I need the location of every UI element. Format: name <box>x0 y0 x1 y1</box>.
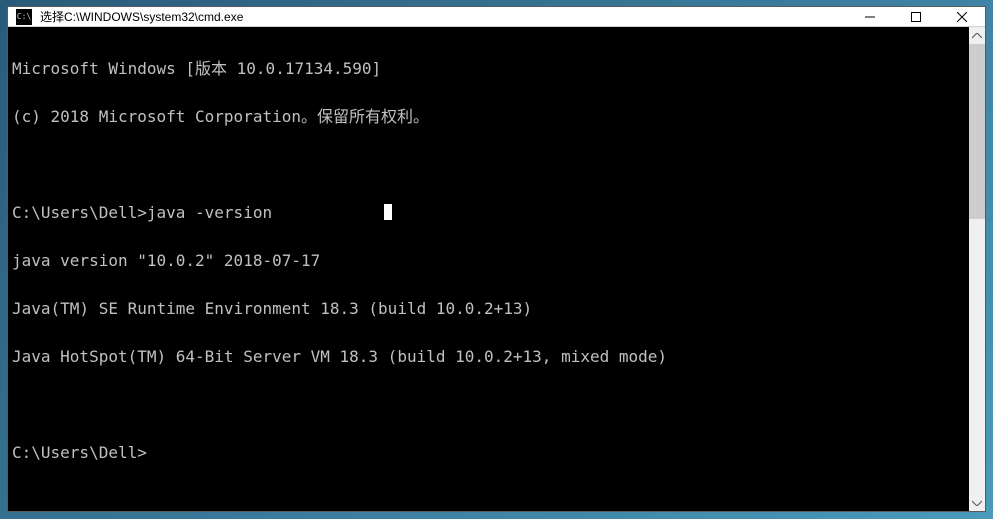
console-area: Microsoft Windows [版本 10.0.17134.590] (c… <box>8 27 985 511</box>
output-line: (c) 2018 Microsoft Corporation。保留所有权利。 <box>12 109 965 125</box>
chevron-up-icon <box>972 33 982 39</box>
maximize-icon <box>911 12 921 22</box>
output-line: java version "10.0.2" 2018-07-17 <box>12 253 965 269</box>
output-line <box>12 397 965 413</box>
scroll-track[interactable] <box>969 44 985 494</box>
output-line <box>12 157 965 173</box>
cmd-icon: C:\ <box>16 9 32 25</box>
close-button[interactable] <box>939 7 985 26</box>
close-icon <box>957 12 967 22</box>
minimize-button[interactable] <box>847 7 893 26</box>
vertical-scrollbar[interactable] <box>969 27 985 511</box>
output-line: Java(TM) SE Runtime Environment 18.3 (bu… <box>12 301 965 317</box>
maximize-button[interactable] <box>893 7 939 26</box>
minimize-icon <box>865 12 875 22</box>
titlebar[interactable]: C:\ 选择C:\WINDOWS\system32\cmd.exe <box>8 7 985 27</box>
scroll-up-button[interactable] <box>969 27 985 44</box>
console-output[interactable]: Microsoft Windows [版本 10.0.17134.590] (c… <box>8 27 969 511</box>
output-line: Java HotSpot(TM) 64-Bit Server VM 18.3 (… <box>12 349 965 365</box>
output-line: C:\Users\Dell>java -version <box>12 205 965 221</box>
scroll-down-button[interactable] <box>969 494 985 511</box>
cmd-window: C:\ 选择C:\WINDOWS\system32\cmd.exe Micros… <box>7 6 986 512</box>
prompt-line: C:\Users\Dell> <box>12 445 965 461</box>
output-line: Microsoft Windows [版本 10.0.17134.590] <box>12 61 965 77</box>
window-controls <box>847 7 985 26</box>
chevron-down-icon <box>972 500 982 506</box>
text-cursor <box>384 204 392 220</box>
scroll-thumb[interactable] <box>969 44 985 219</box>
window-title: 选择C:\WINDOWS\system32\cmd.exe <box>40 8 847 25</box>
